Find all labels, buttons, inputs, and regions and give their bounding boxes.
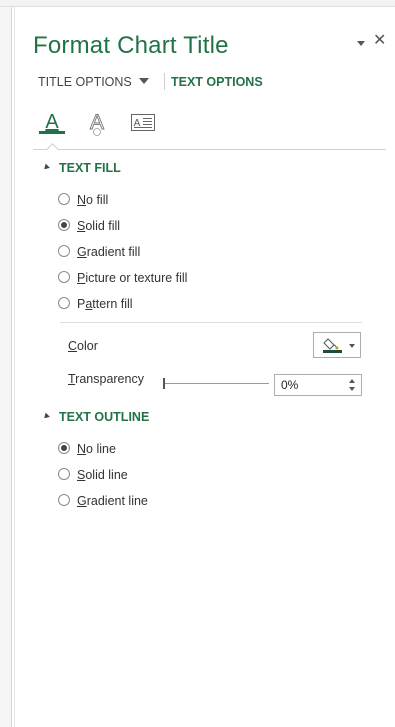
solid-line-label: olid line (85, 468, 128, 482)
slider-thumb[interactable] (163, 378, 165, 389)
collapse-triangle-icon (42, 163, 50, 172)
title-options-dropdown[interactable]: TITLE OPTIONS (38, 75, 149, 89)
radio-circle-selected-icon (58, 219, 70, 231)
text-outline-header-label: TEXT OUTLINE (59, 410, 150, 424)
solid-line-radio[interactable]: Solid line (58, 468, 128, 482)
chevron-down-icon (349, 344, 355, 348)
window-top-strip (0, 0, 395, 7)
selected-tab-notch (46, 143, 59, 156)
no-line-radio[interactable]: No line (58, 442, 116, 456)
radio-circle-icon (58, 494, 70, 506)
no-fill-label: o fill (86, 193, 109, 207)
radio-circle-icon (58, 468, 70, 480)
transparency-spinbox[interactable]: 0% (274, 374, 362, 396)
text-fill-outline-letter: A (45, 111, 59, 133)
gradient-line-radio[interactable]: Gradient line (58, 494, 148, 508)
gradient-fill-label: radient fill (86, 245, 141, 259)
gradient-fill-accel: G (77, 245, 87, 259)
text-fill-header-label: TEXT FILL (59, 161, 121, 175)
collapse-triangle-icon (42, 412, 50, 421)
picture-fill-label: icture or texture fill (85, 271, 188, 285)
task-pane-options-icon[interactable] (355, 37, 369, 49)
transparency-label-text: ransparency (75, 372, 144, 386)
radio-circle-icon (58, 193, 70, 205)
radio-circle-icon (58, 297, 70, 309)
textbox-icon[interactable]: A (131, 114, 155, 131)
color-picker-button[interactable] (313, 332, 361, 358)
pattern-fill-label: ttern fill (92, 297, 133, 311)
spin-down-icon[interactable] (349, 387, 355, 391)
title-options-label: TITLE OPTIONS (38, 75, 132, 89)
options-separator (164, 73, 165, 90)
paint-bucket-icon (323, 338, 342, 353)
no-fill-accel: N (77, 193, 87, 207)
no-line-label: o line (86, 442, 116, 456)
close-icon[interactable]: ✕ (373, 33, 386, 49)
spin-up-icon[interactable] (349, 379, 355, 383)
text-options-tab[interactable]: TEXT OPTIONS (171, 75, 263, 89)
no-fill-radio[interactable]: No fill (58, 193, 108, 207)
color-label-text: olor (77, 339, 98, 353)
color-label-accel: C (68, 339, 78, 353)
format-chart-title-pane: Format Chart Title ✕ TITLE OPTIONS TEXT … (16, 7, 395, 727)
transparency-label: Transparency (68, 372, 144, 386)
gradient-line-accel: G (77, 494, 87, 508)
radio-circle-icon (58, 245, 70, 257)
text-effects-icon[interactable]: A (86, 111, 108, 137)
pane-resize-edge[interactable] (0, 7, 12, 727)
transparency-slider[interactable] (163, 378, 269, 389)
text-outline-section-header[interactable]: TEXT OUTLINE (42, 410, 150, 424)
slider-track (163, 383, 269, 384)
section-divider (60, 322, 362, 323)
pattern-fill-radio[interactable]: Pattern fill (58, 297, 133, 311)
radio-circle-selected-icon (58, 442, 70, 454)
no-line-accel: N (77, 442, 87, 456)
solid-fill-label: olid fill (85, 219, 121, 233)
picture-texture-fill-radio[interactable]: Picture or texture fill (58, 271, 187, 285)
gradient-line-label: radient line (86, 494, 148, 508)
pane-title: Format Chart Title (33, 32, 229, 59)
tab-underline-divider (33, 149, 386, 150)
pane-border (14, 7, 15, 727)
chevron-down-icon (138, 78, 149, 84)
radio-circle-icon (58, 271, 70, 283)
text-fill-outline-icon[interactable]: A (38, 111, 66, 137)
color-label: Color (68, 339, 98, 353)
solid-fill-radio[interactable]: Solid fill (58, 219, 120, 233)
text-fill-section-header[interactable]: TEXT FILL (42, 161, 121, 175)
transparency-value: 0% (281, 378, 299, 392)
gradient-fill-radio[interactable]: Gradient fill (58, 245, 140, 259)
